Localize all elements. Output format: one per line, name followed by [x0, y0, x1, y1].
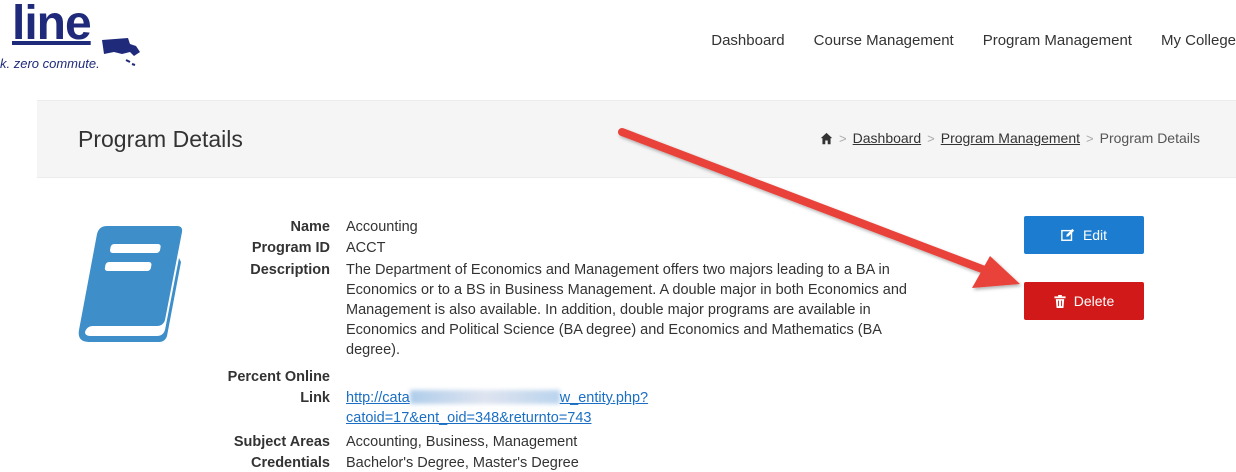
edit-icon — [1061, 228, 1075, 241]
label-name: Name — [290, 219, 331, 235]
logo-wordmark: line — [12, 0, 92, 50]
logo-tagline: k. zero commute. — [0, 56, 100, 71]
delete-button[interactable]: Delete — [1024, 282, 1144, 320]
value-description: The Department of Economics and Manageme… — [346, 261, 976, 361]
home-icon[interactable] — [820, 132, 833, 145]
link-text-start[interactable]: http://cata — [346, 390, 410, 406]
breadcrumb-separator: > — [839, 130, 847, 146]
breadcrumb-current: Program Details — [1099, 130, 1200, 146]
top-nav: Dashboard Course Management Program Mana… — [682, 29, 1236, 53]
edit-button[interactable]: Edit — [1024, 216, 1144, 254]
description-line: Management is also available. In additio… — [346, 302, 871, 318]
breadcrumb-program-management[interactable]: Program Management — [941, 130, 1080, 146]
label-percent-online: Percent Online — [227, 369, 330, 385]
description-line: degree). — [346, 342, 401, 358]
link-text-line2[interactable]: catoid=17&ent_oid=348&returnto=743 — [346, 409, 976, 429]
edit-button-label: Edit — [1082, 227, 1108, 243]
label-description: Description — [250, 262, 330, 278]
redacted-text — [409, 390, 560, 404]
nav-dashboard[interactable]: Dashboard — [711, 29, 784, 53]
value-subject-areas: Accounting, Business, Management — [346, 434, 578, 450]
trash-icon — [1054, 294, 1066, 308]
description-line: Economics and Political Science (BA degr… — [346, 322, 882, 338]
nav-my-college[interactable]: My College — [1161, 29, 1236, 53]
site-logo[interactable]: line k. zero commute. — [0, 0, 160, 80]
breadcrumb-separator: > — [927, 130, 935, 146]
description-line: Economics or to a BS in Business Managem… — [346, 282, 907, 298]
breadcrumb: > Dashboard > Program Management > Progr… — [820, 130, 1200, 146]
value-program-id: ACCT — [346, 240, 386, 256]
breadcrumb-dashboard[interactable]: Dashboard — [853, 130, 922, 146]
delete-button-label: Delete — [1073, 293, 1115, 309]
description-line: The Department of Economics and Manageme… — [346, 262, 890, 278]
label-subject-areas: Subject Areas — [233, 434, 330, 450]
label-program-id: Program ID — [251, 240, 330, 256]
label-link: Link — [300, 390, 330, 406]
link-text-end[interactable]: w_entity.php? — [560, 390, 648, 406]
value-credentials: Bachelor's Degree, Master's Degree — [346, 455, 579, 471]
page-title: Program Details — [78, 126, 243, 152]
breadcrumb-separator: > — [1086, 130, 1094, 146]
program-link[interactable]: http://cata w_entity.php? catoid=17&ent_o… — [346, 389, 976, 429]
value-name: Accounting — [346, 219, 418, 235]
page-header: Program Details > Dashboard > Program Ma… — [37, 100, 1236, 178]
nav-course-management[interactable]: Course Management — [814, 29, 954, 53]
nav-program-management[interactable]: Program Management — [983, 29, 1132, 53]
state-map-icon — [102, 38, 140, 66]
label-credentials: Credentials — [251, 455, 330, 471]
